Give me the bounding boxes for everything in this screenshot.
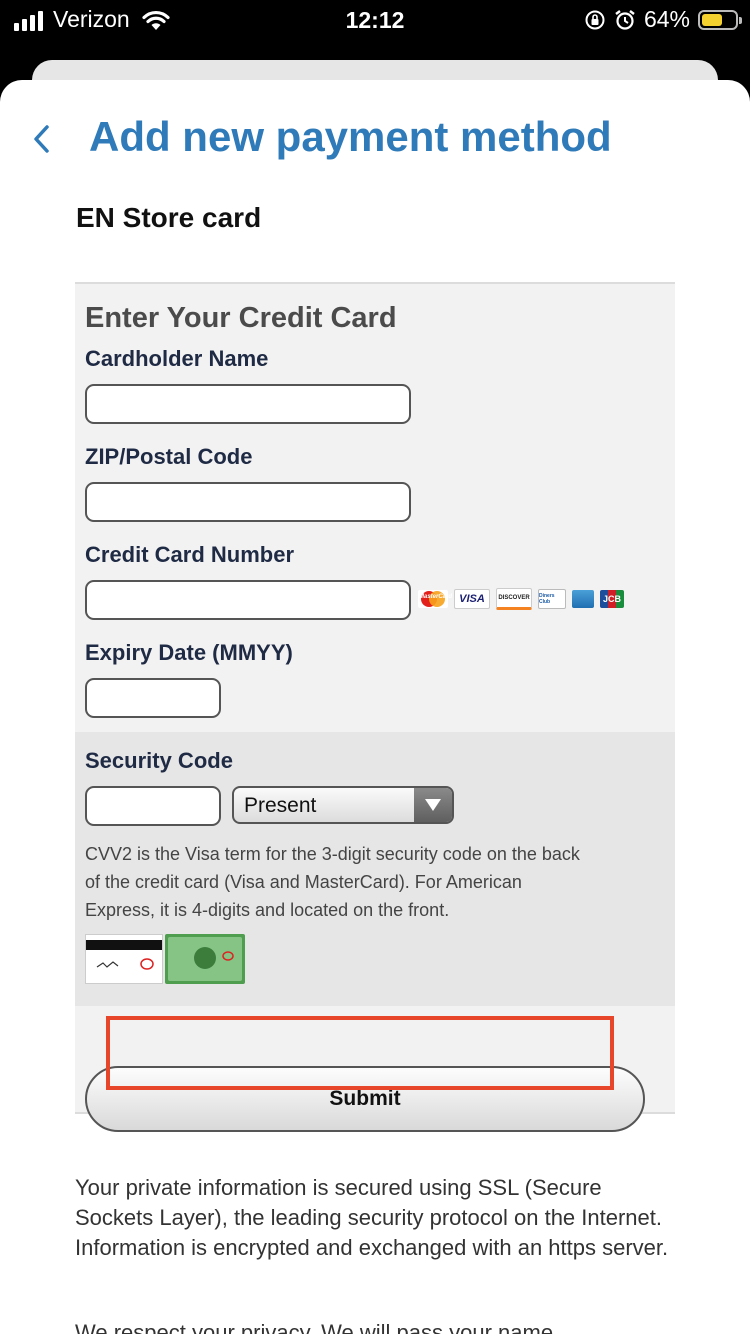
jcb-icon: JCB (600, 590, 624, 608)
accepted-cards: MasterCard VISA DISCOVER Diners Club JCB (418, 588, 624, 610)
back-chevron-icon[interactable] (30, 122, 52, 156)
ssl-security-text: Your private information is secured usin… (75, 1175, 669, 1260)
visa-icon: VISA (454, 589, 490, 609)
submit-button[interactable]: Submit (85, 1066, 645, 1132)
privacy-text: We respect your privacy. We will pass yo… (75, 1320, 554, 1334)
card-number-label: Credit Card Number (85, 542, 295, 567)
zip-code-label: ZIP/Postal Code (85, 444, 253, 469)
security-code-select[interactable]: Present (232, 786, 454, 824)
status-right: 64% (584, 6, 742, 33)
battery-percent: 64% (643, 6, 690, 32)
page-title: Add new payment method (89, 113, 612, 160)
zip-code-input[interactable] (85, 482, 411, 522)
battery-icon (698, 9, 742, 30)
discover-icon: DISCOVER (496, 588, 532, 610)
dropdown-arrow-icon[interactable] (414, 788, 452, 822)
orientation-lock-icon (585, 10, 605, 29)
cardholder-name-label: Cardholder Name (85, 346, 269, 371)
security-code-input[interactable] (85, 786, 221, 826)
credit-card-form: Enter Your Credit Card Cardholder Name Z… (75, 282, 675, 1132)
american-express-icon (572, 590, 594, 608)
mastercard-text: MasterCard (419, 594, 453, 600)
status-bar: Verizon 12:12 64% (0, 0, 750, 40)
expiry-date-input[interactable] (85, 678, 221, 718)
cardholder-name-input[interactable] (85, 384, 411, 424)
form-heading: Enter Your Credit Card (85, 302, 397, 334)
cvv-help-text: CVV2 is the Visa term for the 3-digit se… (85, 844, 580, 920)
card-back-cvv-icon (85, 934, 163, 984)
store-card-heading: EN Store card (76, 202, 262, 233)
expiry-date-label: Expiry Date (MMYY) (85, 640, 293, 665)
security-code-label: Security Code (85, 748, 233, 773)
security-select-value: Present (244, 794, 317, 817)
payment-sheet: Add new payment method EN Store card Ent… (0, 80, 750, 1334)
card-number-input[interactable] (85, 580, 411, 620)
diners-club-icon: Diners Club (538, 589, 566, 609)
card-front-cvv-icon (165, 934, 245, 984)
mastercard-icon: MasterCard (418, 590, 452, 608)
alarm-icon (615, 9, 635, 30)
